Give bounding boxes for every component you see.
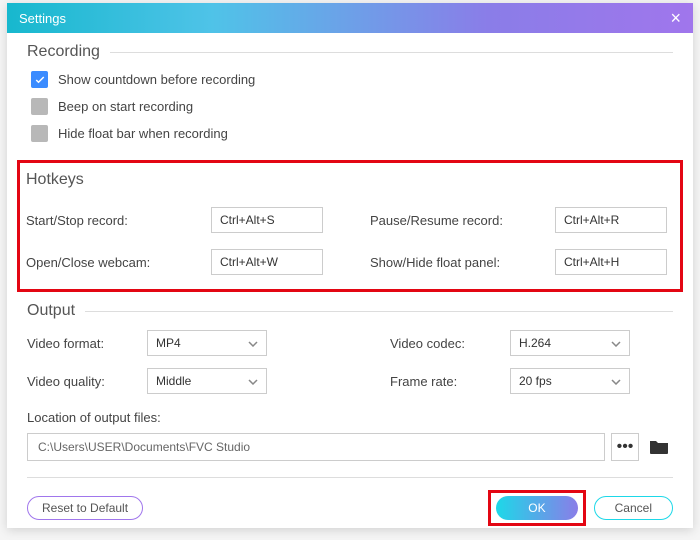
checkbox-icon [31,71,48,88]
select-value: 20 fps [519,374,552,388]
ok-highlight-box: OK [488,490,585,526]
checkbox-label: Beep on start recording [58,99,193,114]
checkbox-label: Hide float bar when recording [58,126,228,141]
output-label: Video quality: [27,374,137,389]
video-format-select[interactable]: MP4 [147,330,267,356]
recording-heading: Recording [27,43,673,61]
location-row: C:\Users\USER\Documents\FVC Studio ••• [27,433,673,461]
chevron-down-icon [611,374,621,388]
hotkey-label: Start/Stop record: [26,213,201,228]
chevron-down-icon [611,336,621,350]
cancel-button[interactable]: Cancel [594,496,673,520]
checkbox-icon [31,125,48,142]
checkbox-row-beep[interactable]: Beep on start recording [31,98,673,115]
output-section: Output Video format: MP4 Video codec: H.… [27,302,673,461]
more-button[interactable]: ••• [611,433,639,461]
titlebar: Settings × [7,3,693,33]
hotkey-label: Show/Hide float panel: [370,255,545,270]
output-grid: Video format: MP4 Video codec: H.264 Vid… [27,330,673,394]
footer: Reset to Default OK Cancel [7,490,693,540]
video-quality-select[interactable]: Middle [147,368,267,394]
output-heading: Output [27,302,673,320]
checkbox-icon [31,98,48,115]
video-codec-select[interactable]: H.264 [510,330,630,356]
checkbox-row-countdown[interactable]: Show countdown before recording [31,71,673,88]
frame-rate-select[interactable]: 20 fps [510,368,630,394]
hotkey-input[interactable]: Ctrl+Alt+R [555,207,667,233]
select-value: MP4 [156,336,181,350]
divider [27,477,673,478]
hotkey-pause-resume: Pause/Resume record: Ctrl+Alt+R [370,207,674,233]
select-value: Middle [156,374,191,388]
hotkey-input[interactable]: Ctrl+Alt+W [211,249,323,275]
hotkeys-grid: Start/Stop record: Ctrl+Alt+S Pause/Resu… [26,207,674,275]
checkbox-label: Show countdown before recording [58,72,255,87]
output-video-format: Video format: MP4 [27,330,310,356]
chevron-down-icon [248,336,258,350]
hotkey-label: Open/Close webcam: [26,255,201,270]
location-label: Location of output files: [27,410,673,425]
close-icon[interactable]: × [670,8,681,29]
window-title: Settings [19,11,670,26]
output-video-quality: Video quality: Middle [27,368,310,394]
select-value: H.264 [519,336,551,350]
hotkeys-heading: Hotkeys [26,171,674,189]
settings-window: Settings × Recording Show countdown befo… [7,3,693,528]
hotkey-start-stop: Start/Stop record: Ctrl+Alt+S [26,207,330,233]
hotkey-input[interactable]: Ctrl+Alt+H [555,249,667,275]
output-video-codec: Video codec: H.264 [390,330,673,356]
location-input[interactable]: C:\Users\USER\Documents\FVC Studio [27,433,605,461]
output-label: Video codec: [390,336,500,351]
hotkey-open-close-webcam: Open/Close webcam: Ctrl+Alt+W [26,249,330,275]
output-frame-rate: Frame rate: 20 fps [390,368,673,394]
folder-icon [648,438,670,456]
ok-button[interactable]: OK [496,496,577,520]
hotkey-label: Pause/Resume record: [370,213,545,228]
checkbox-row-hidefloat[interactable]: Hide float bar when recording [31,125,673,142]
hotkey-input[interactable]: Ctrl+Alt+S [211,207,323,233]
open-folder-button[interactable] [645,433,673,461]
hotkey-show-hide-float: Show/Hide float panel: Ctrl+Alt+H [370,249,674,275]
output-label: Video format: [27,336,137,351]
chevron-down-icon [248,374,258,388]
reset-button[interactable]: Reset to Default [27,496,143,520]
more-icon: ••• [617,438,634,456]
content: Recording Show countdown before recordin… [7,33,693,478]
output-label: Frame rate: [390,374,500,389]
hotkeys-highlight-box: Hotkeys Start/Stop record: Ctrl+Alt+S Pa… [17,160,683,292]
